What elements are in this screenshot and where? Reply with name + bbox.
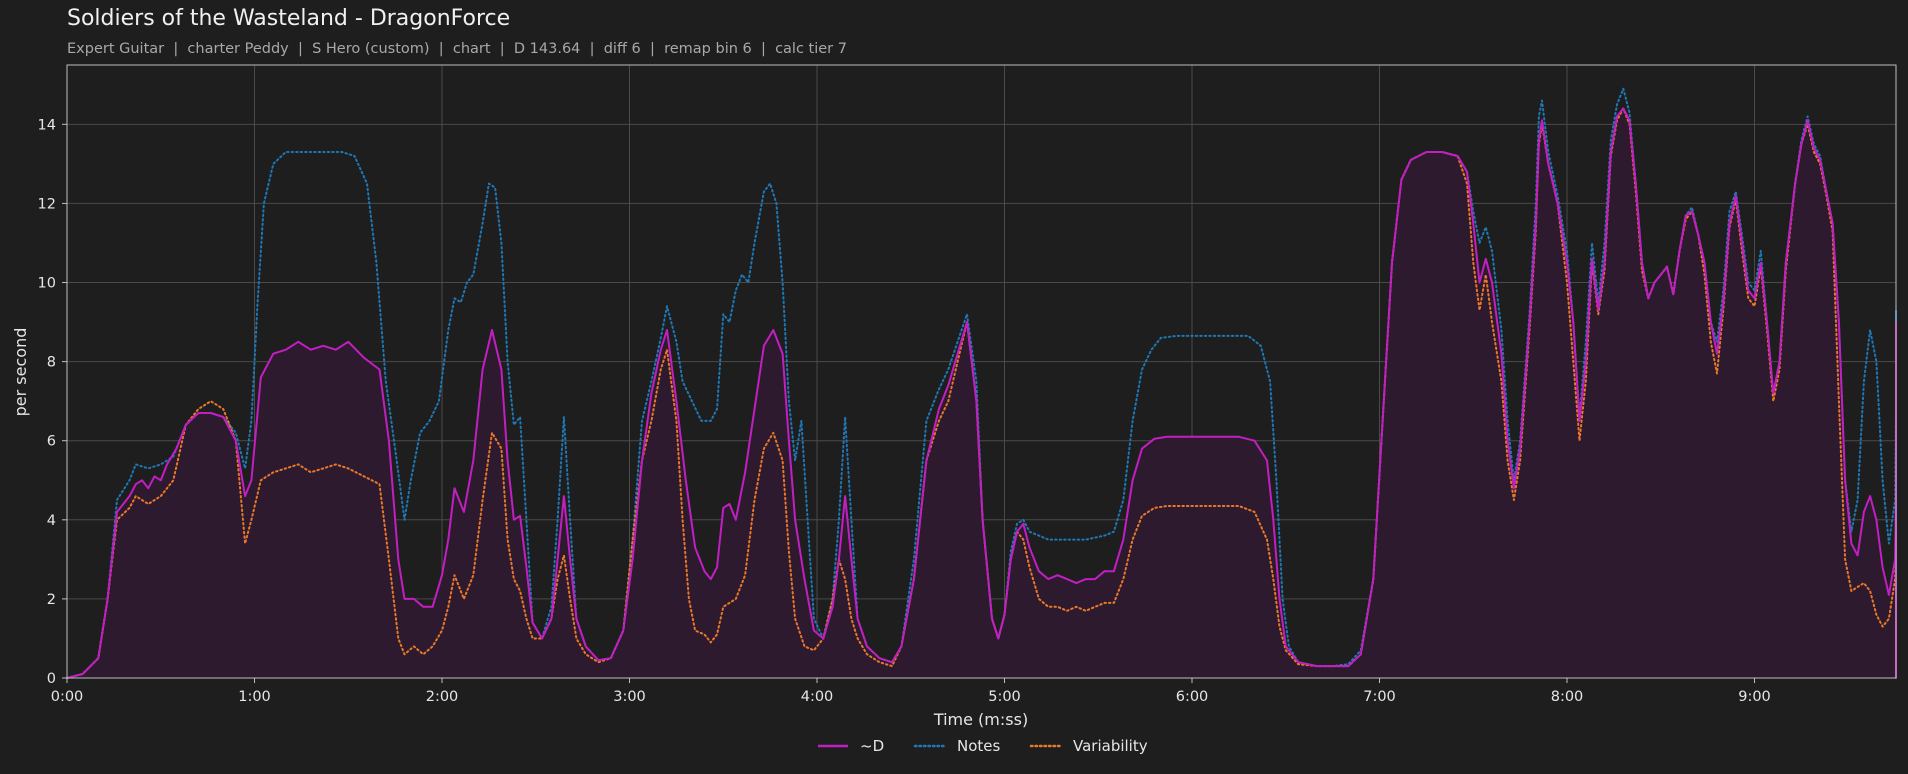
y-tick-label: 6 <box>47 434 56 450</box>
y-tick-label: 4 <box>47 513 56 529</box>
legend-label: Variability <box>1073 737 1148 755</box>
y-axis-label: per second <box>11 328 30 417</box>
x-axis: 0:00 1:00 2:00 3:00 4:00 5:00 6:00 7:00 8:00 9:00 <box>51 678 1771 705</box>
x-tick-label: 5:00 <box>988 689 1021 705</box>
y-tick-label: 8 <box>47 355 56 371</box>
x-tick-label: 4:00 <box>801 689 834 705</box>
y-tick-label: 2 <box>47 592 56 608</box>
y-tick-label: 14 <box>38 117 56 133</box>
y-axis: 0 2 4 6 8 10 12 14 <box>38 117 67 687</box>
x-tick-label: 3:00 <box>613 689 646 705</box>
x-tick-label: 2:00 <box>426 689 459 705</box>
legend-label: Notes <box>957 737 1001 755</box>
x-axis-label: Time (m:ss) <box>933 710 1028 729</box>
y-tick-label: 12 <box>38 196 56 212</box>
x-tick-label: 0:00 <box>51 689 84 705</box>
y-tick-label: 0 <box>47 671 56 687</box>
x-tick-label: 7:00 <box>1363 689 1396 705</box>
legend-label: ~D <box>860 737 884 755</box>
y-tick-label: 10 <box>38 276 56 292</box>
x-tick-label: 1:00 <box>238 689 271 705</box>
chart-svg: 0:00 1:00 2:00 3:00 4:00 5:00 6:00 7:00 8:00 9:00… <box>11 64 1897 755</box>
x-tick-label: 6:00 <box>1176 689 1209 705</box>
legend: ~D Notes Variability <box>818 737 1148 755</box>
x-tick-label: 8:00 <box>1551 689 1584 705</box>
x-tick-label: 9:00 <box>1738 689 1771 705</box>
